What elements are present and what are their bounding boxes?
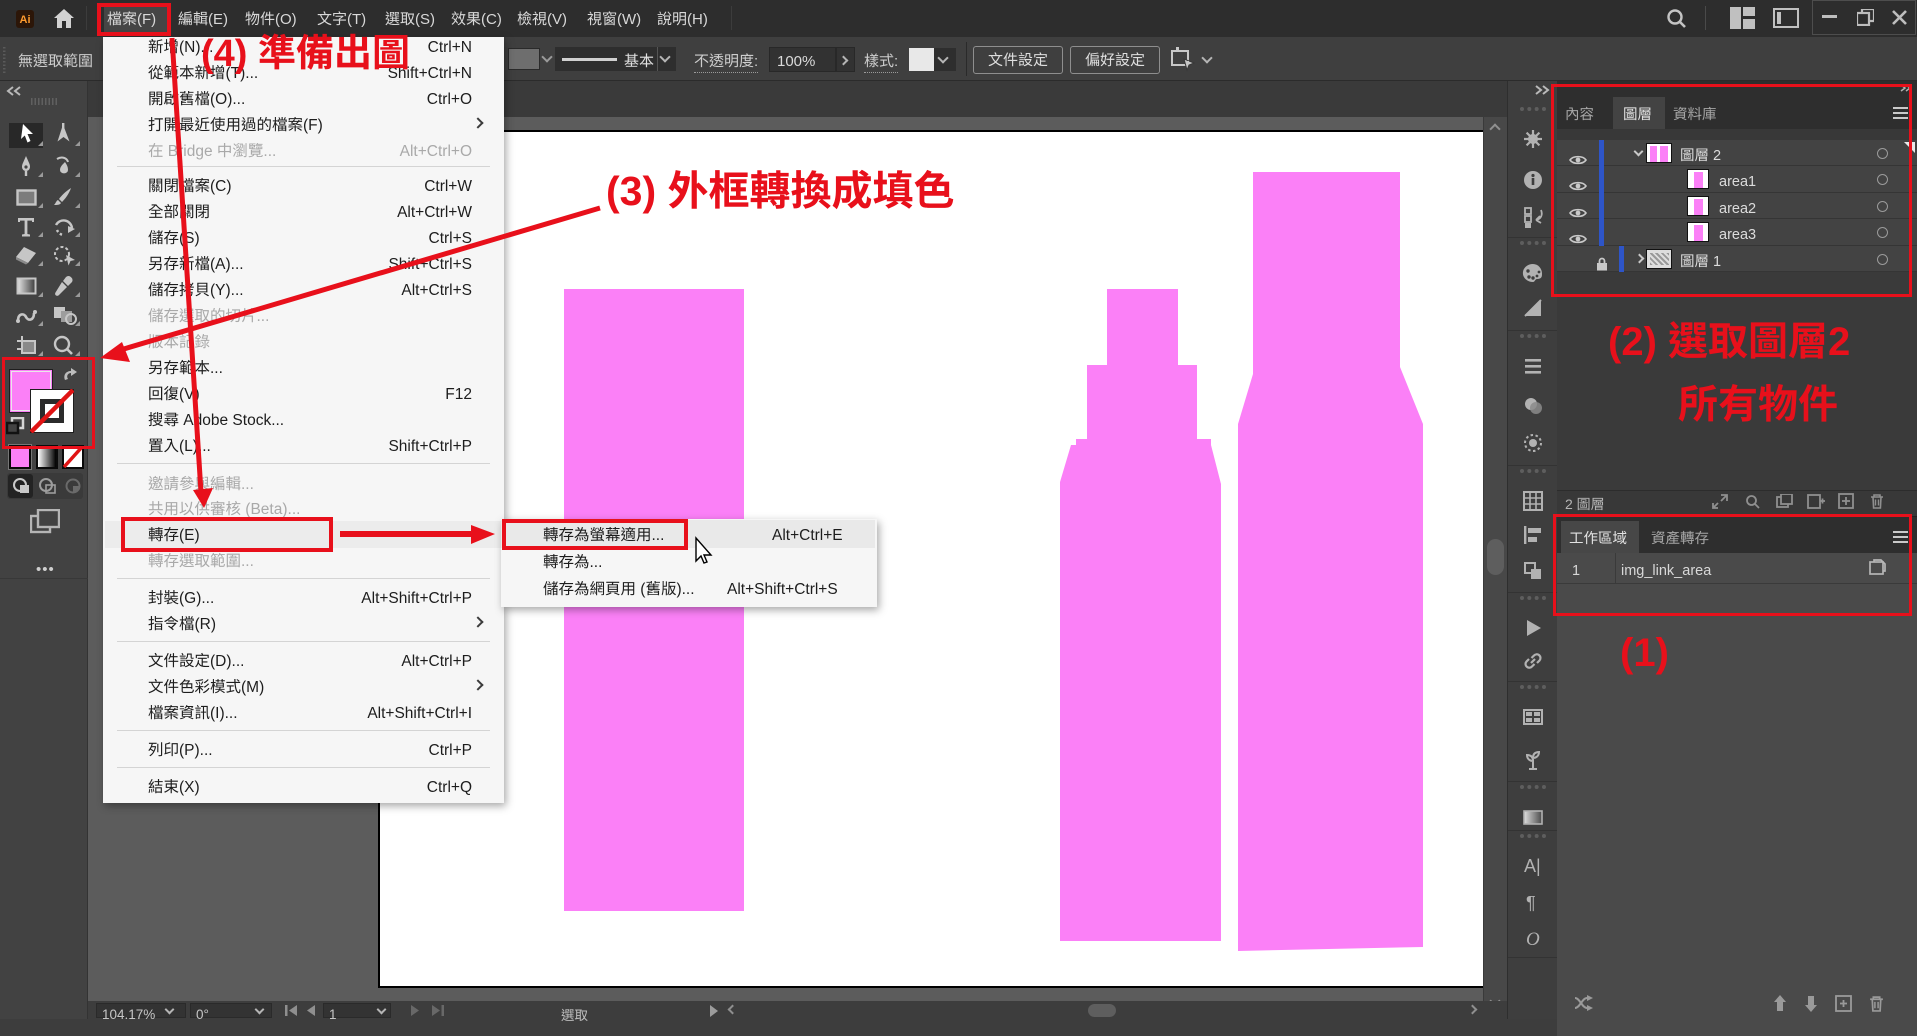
svg-text:O: O [1526,929,1540,950]
svg-text:A|: A| [1524,856,1541,876]
svg-text:¶: ¶ [1526,893,1536,913]
